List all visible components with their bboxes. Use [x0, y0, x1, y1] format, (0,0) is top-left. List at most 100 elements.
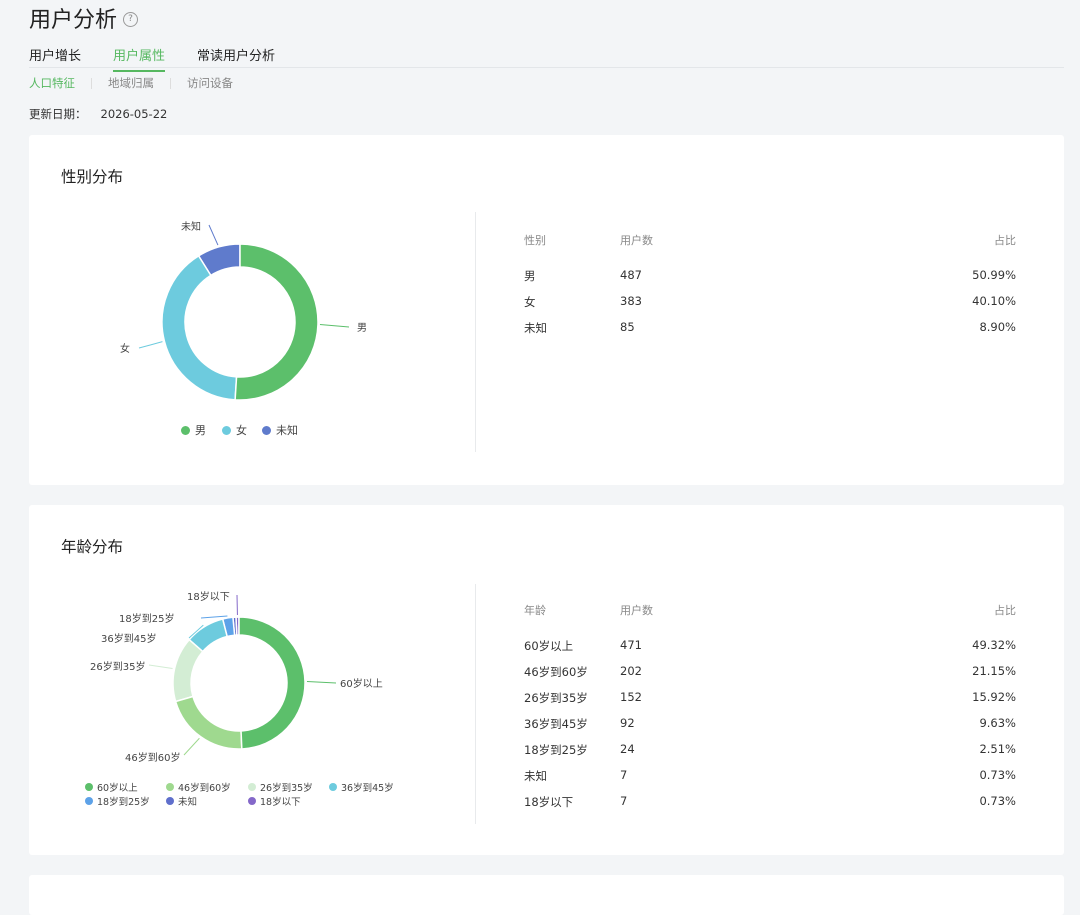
- age-slice-label-60-plus: 60岁以上: [340, 677, 383, 690]
- age-slice-label-under-18: 18岁以下: [187, 590, 230, 603]
- gender-leader-line-1: [139, 342, 162, 348]
- age-slice-label-26-35: 26岁到35岁: [90, 660, 145, 673]
- row-count: 202: [620, 664, 642, 678]
- row-ratio: 15.92%: [972, 690, 1016, 704]
- row-ratio: 9.63%: [979, 716, 1016, 730]
- legend-item-male[interactable]: 男: [181, 422, 206, 438]
- age-slice-2[interactable]: [173, 640, 203, 702]
- next-section-card: [29, 875, 1064, 915]
- row-ratio: 8.90%: [979, 320, 1016, 334]
- gender-donut-chart: 男 女 未知: [29, 135, 475, 485]
- subtab-demographics[interactable]: 人口特征: [29, 75, 75, 91]
- legend-label: 18岁以下: [260, 794, 301, 808]
- row-name: 60岁以上: [524, 638, 573, 654]
- row-ratio: 49.32%: [972, 638, 1016, 652]
- gender-slice-0[interactable]: [235, 244, 318, 400]
- gender-slice-label-female: 女: [120, 342, 130, 355]
- row-count: 85: [620, 320, 635, 334]
- legend-item-under-18[interactable]: 18岁以下: [248, 794, 301, 808]
- sub-tabs: 人口特征 地域归属 访问设备: [29, 75, 233, 91]
- row-name: 未知: [524, 320, 547, 336]
- legend-label: 26岁到35岁: [260, 780, 313, 794]
- card-divider: [475, 212, 476, 452]
- page-title-text: 用户分析: [29, 2, 117, 34]
- row-count: 7: [620, 794, 627, 808]
- row-name: 男: [524, 268, 536, 284]
- subtab-separator: [170, 78, 171, 89]
- row-count: 383: [620, 294, 642, 308]
- legend-dot: [166, 783, 174, 791]
- legend-label: 36岁到45岁: [341, 780, 394, 794]
- page-title: 用户分析 ?: [29, 2, 138, 34]
- row-count: 471: [620, 638, 642, 652]
- legend-item-60-plus[interactable]: 60岁以上: [85, 780, 138, 794]
- row-ratio: 0.73%: [979, 794, 1016, 808]
- age-leader-line-1: [184, 738, 199, 755]
- row-count: 487: [620, 268, 642, 282]
- legend-label: 60岁以上: [97, 780, 138, 794]
- gender-distribution-card: 性别分布 男 女 未知 男 女 未知 性别 用户数 占比 男 487 50.99…: [29, 135, 1064, 485]
- legend-item-46-60[interactable]: 46岁到60岁: [166, 780, 231, 794]
- legend-label: 未知: [276, 422, 298, 438]
- age-distribution-card: 年龄分布 60岁以上 46岁到60岁 26岁到35岁 36岁到45岁 18岁到2…: [29, 505, 1064, 855]
- legend-label: 女: [236, 422, 247, 438]
- age-slice-label-36-45: 36岁到45岁: [101, 632, 156, 645]
- header-user-count: 用户数: [620, 602, 653, 618]
- age-slice-label-46-60: 46岁到60岁: [125, 751, 180, 764]
- row-name: 女: [524, 294, 536, 310]
- row-ratio: 40.10%: [972, 294, 1016, 308]
- row-count: 92: [620, 716, 635, 730]
- card-divider: [475, 584, 476, 824]
- update-date-value: 2026-05-22: [101, 107, 168, 121]
- gender-slice-label-unknown: 未知: [181, 220, 201, 233]
- row-name: 36岁到45岁: [524, 716, 588, 732]
- header-ratio: 占比: [994, 232, 1016, 248]
- subtab-separator: [91, 78, 92, 89]
- age-slice-1[interactable]: [176, 696, 242, 749]
- legend-dot: [248, 797, 256, 805]
- row-ratio: 50.99%: [972, 268, 1016, 282]
- row-name: 26岁到35岁: [524, 690, 588, 706]
- legend-label: 18岁到25岁: [97, 794, 150, 808]
- gender-slice-1[interactable]: [162, 256, 237, 400]
- legend-item-age-unknown[interactable]: 未知: [166, 794, 197, 808]
- row-ratio: 21.15%: [972, 664, 1016, 678]
- header-user-count: 用户数: [620, 232, 653, 248]
- row-count: 24: [620, 742, 635, 756]
- header-gender: 性别: [524, 232, 546, 248]
- age-leader-line-4: [201, 616, 227, 618]
- legend-label: 46岁到60岁: [178, 780, 231, 794]
- row-ratio: 2.51%: [979, 742, 1016, 756]
- legend-dot: [262, 426, 271, 435]
- gender-leader-line-2: [209, 225, 218, 245]
- row-name: 46岁到60岁: [524, 664, 588, 680]
- legend-label: 男: [195, 422, 206, 438]
- legend-item-unknown[interactable]: 未知: [262, 422, 298, 438]
- row-name: 18岁以下: [524, 794, 573, 810]
- legend-item-26-35[interactable]: 26岁到35岁: [248, 780, 313, 794]
- tabs-divider: [29, 67, 1064, 68]
- legend-dot: [248, 783, 256, 791]
- help-icon[interactable]: ?: [123, 12, 138, 27]
- legend-dot: [85, 783, 93, 791]
- row-name: 未知: [524, 768, 547, 784]
- row-count: 7: [620, 768, 627, 782]
- header-age: 年龄: [524, 602, 546, 618]
- update-date-row: 更新日期：2026-05-22: [29, 106, 167, 122]
- age-leader-line-0: [307, 682, 336, 683]
- row-name: 18岁到25岁: [524, 742, 588, 758]
- legend-item-female[interactable]: 女: [222, 422, 247, 438]
- legend-item-18-25[interactable]: 18岁到25岁: [85, 794, 150, 808]
- legend-dot: [85, 797, 93, 805]
- legend-item-36-45[interactable]: 36岁到45岁: [329, 780, 394, 794]
- subtab-region[interactable]: 地域归属: [108, 75, 154, 91]
- gender-leader-line-0: [320, 324, 349, 327]
- age-slice-0[interactable]: [239, 617, 305, 749]
- subtab-device[interactable]: 访问设备: [187, 75, 233, 91]
- gender-slice-label-male: 男: [357, 322, 367, 334]
- header-ratio: 占比: [994, 602, 1016, 618]
- row-count: 152: [620, 690, 642, 704]
- legend-dot: [181, 426, 190, 435]
- legend-dot: [329, 783, 337, 791]
- age-slice-label-18-25: 18岁到25岁: [119, 612, 174, 625]
